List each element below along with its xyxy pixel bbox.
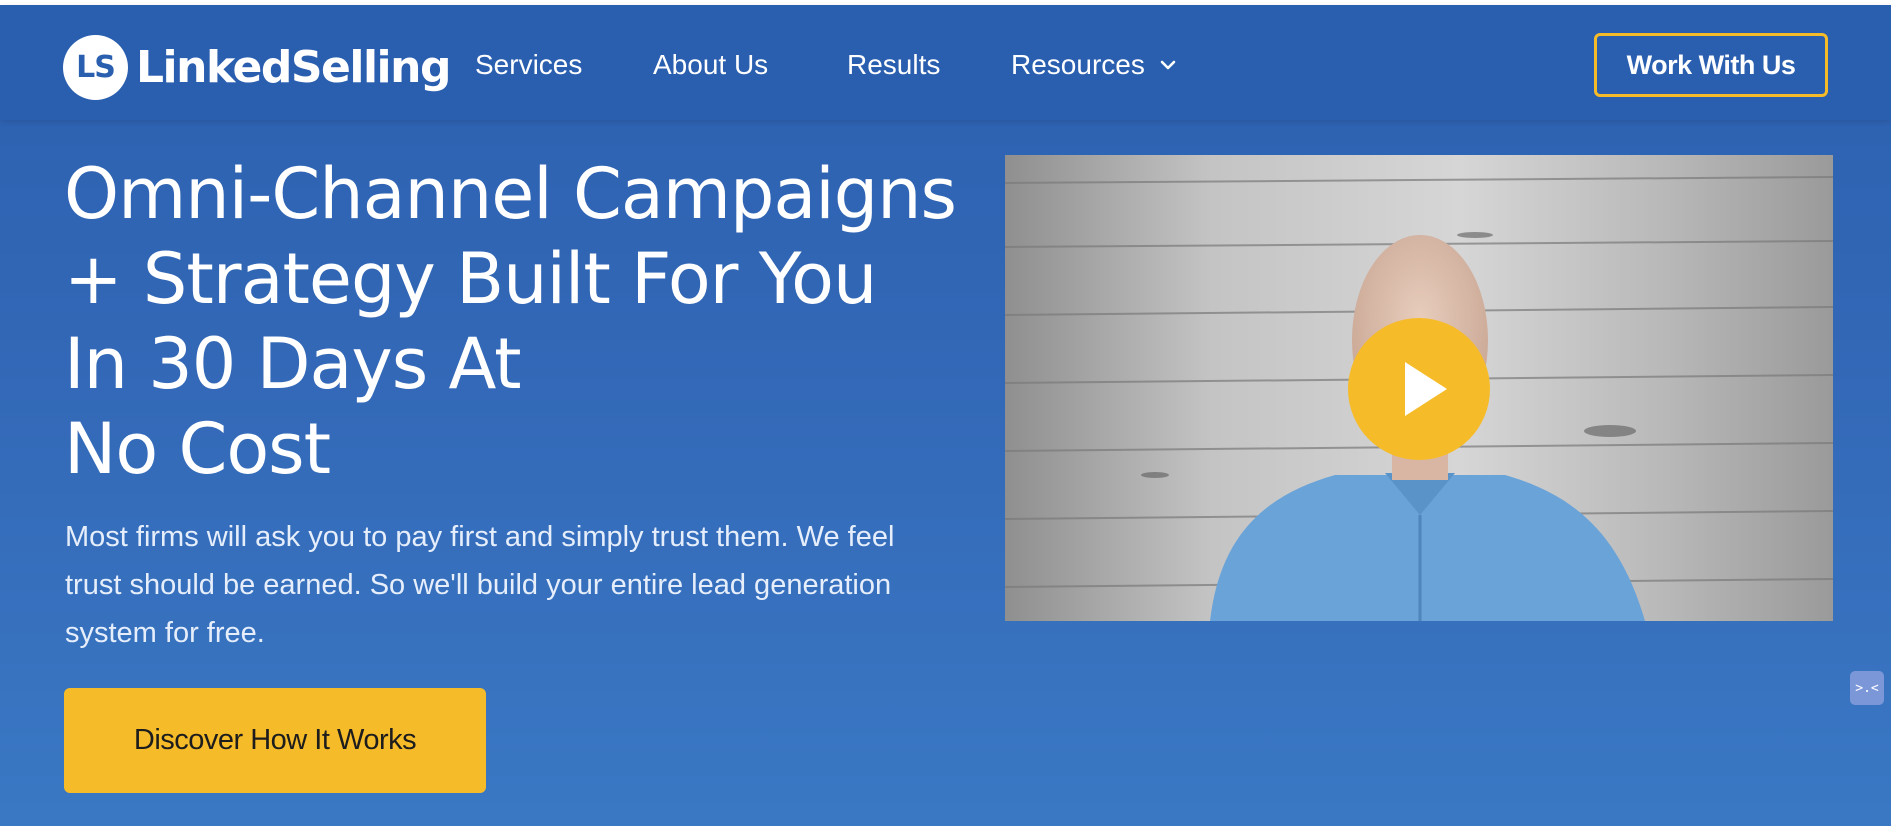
nav-services[interactable]: Services: [475, 49, 582, 81]
headline-line: No Cost: [64, 408, 331, 490]
play-button[interactable]: [1348, 318, 1490, 460]
nav-resources-label: Resources: [1011, 49, 1145, 80]
hero-subtext: Most firms will ask you to pay first and…: [65, 521, 895, 649]
nav-results[interactable]: Results: [847, 49, 940, 81]
helper-widget-button[interactable]: >.<: [1850, 671, 1884, 705]
nav-services-label: Services: [475, 49, 583, 80]
nav-resources[interactable]: Resources: [1011, 49, 1177, 81]
nav-about-us[interactable]: About Us: [653, 49, 768, 81]
headline-line: Omni-Channel Campaigns: [64, 153, 957, 235]
site-header: LS LinkedSelling Services About Us Resul…: [0, 5, 1891, 120]
discover-how-it-works-button[interactable]: Discover How It Works: [64, 688, 486, 793]
logo-wordmark: LinkedSelling: [136, 41, 451, 93]
video-player[interactable]: [1005, 155, 1833, 621]
site-logo[interactable]: LS LinkedSelling: [63, 32, 451, 102]
chevron-down-icon: [1160, 60, 1176, 70]
hero-headline: Omni-Channel Campaigns + Strategy Built …: [64, 152, 957, 492]
logo-mark: LS: [63, 34, 128, 100]
nav-about-us-label: About Us: [653, 49, 769, 80]
headline-line: + Strategy Built For You: [64, 238, 877, 320]
play-icon: [1405, 362, 1447, 416]
work-with-us-button[interactable]: Work With Us: [1594, 33, 1828, 97]
nav-results-label: Results: [847, 49, 941, 80]
headline-line: In 30 Days At: [64, 323, 522, 405]
